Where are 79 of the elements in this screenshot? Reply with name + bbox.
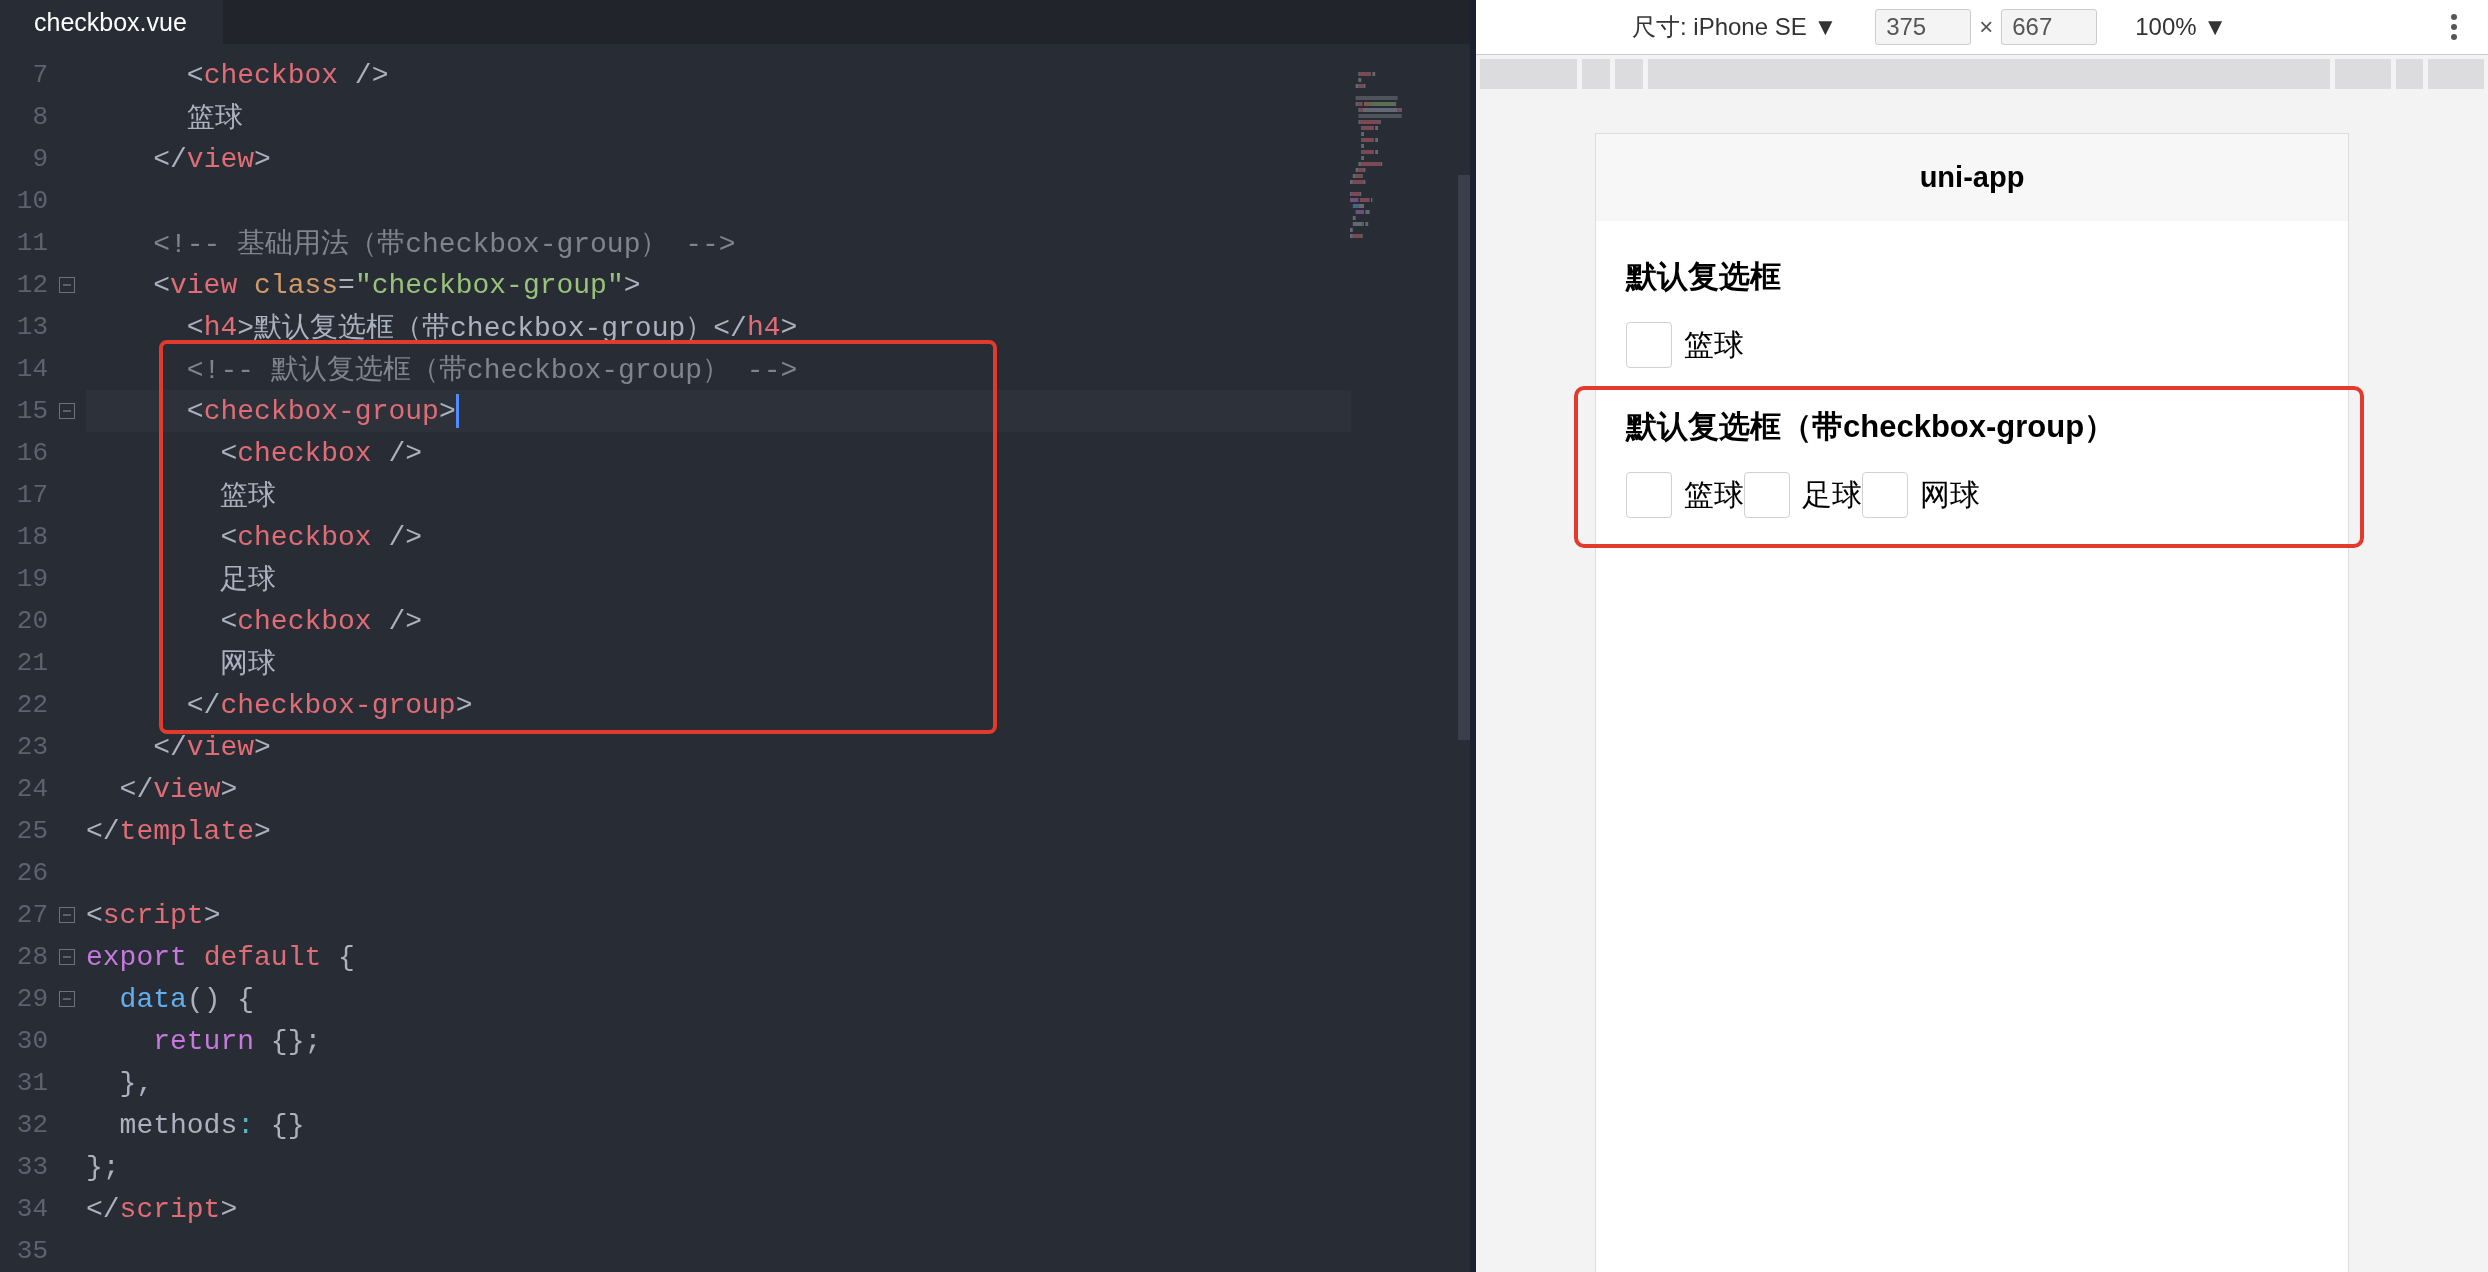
width-field[interactable]: 375 — [1875, 9, 1972, 45]
collapse-icon[interactable] — [59, 277, 75, 293]
checkbox[interactable] — [1862, 472, 1908, 518]
code-line: </script> — [86, 1192, 239, 1227]
nav-title: uni-app — [1596, 134, 2348, 221]
line-number: 20 — [15, 606, 48, 636]
line-number: 8 — [31, 102, 48, 132]
section-heading: 默认复选框（带checkbox-group） — [1626, 408, 2117, 446]
checkbox[interactable] — [1626, 322, 1672, 368]
file-tab[interactable]: checkbox.vue — [0, 0, 223, 44]
line-number: 31 — [15, 1068, 48, 1098]
checkbox-label: 网球 — [1920, 476, 1980, 513]
collapse-icon[interactable] — [59, 991, 75, 1007]
line-number: 21 — [15, 648, 48, 678]
line-number: 11 — [15, 228, 48, 258]
line-number: 10 — [15, 186, 48, 216]
line-number: 35 — [15, 1236, 48, 1266]
code-line: </view> — [152, 142, 272, 177]
scrollbar[interactable] — [1458, 175, 1470, 740]
line-number: 33 — [15, 1152, 48, 1182]
code-line: data() { — [118, 982, 256, 1017]
code-line: <checkbox /> — [219, 436, 424, 471]
code-line: </view> — [118, 772, 239, 807]
line-number: 17 — [15, 480, 48, 510]
code-line: }, — [118, 1066, 155, 1101]
line-number: 32 — [15, 1110, 48, 1140]
code-line: methods: {} — [118, 1108, 306, 1143]
text-cursor — [455, 394, 459, 428]
line-number: 24 — [15, 774, 48, 804]
line-number: 22 — [15, 690, 48, 720]
code-line: </checkbox-group> — [185, 688, 474, 723]
code-line: 篮球 — [185, 102, 244, 136]
line-number: 26 — [15, 858, 48, 888]
code-line: 网球 — [219, 648, 278, 682]
line-number: 19 — [15, 564, 48, 594]
line-number: 7 — [31, 60, 48, 90]
code-line: <!-- 基础用法（带checkbox-group） --> — [152, 228, 737, 262]
line-number: 30 — [15, 1026, 48, 1056]
collapse-icon[interactable] — [59, 907, 75, 923]
line-number: 16 — [15, 438, 48, 468]
checkbox[interactable] — [1626, 472, 1672, 518]
line-number: 9 — [31, 144, 48, 174]
line-number: 12 — [15, 270, 48, 300]
zoom-dropdown[interactable]: 100% ▼ — [2135, 13, 2227, 41]
times-sign: × — [1979, 13, 1994, 41]
code-line: <script> — [86, 898, 222, 933]
code-line: 篮球 — [219, 480, 278, 514]
line-number: 14 — [15, 354, 48, 384]
line-number: 18 — [15, 522, 48, 552]
code-line: </view> — [152, 730, 272, 765]
code-line: </template> — [86, 814, 272, 849]
line-number: 29 — [15, 984, 48, 1014]
line-number: 13 — [15, 312, 48, 342]
code-line: <checkbox /> — [185, 58, 390, 93]
more-icon[interactable] — [2450, 13, 2458, 41]
device-dropdown[interactable]: 尺寸: iPhone SE ▼ — [1632, 11, 1838, 43]
code-line: <!-- 默认复选框（带checkbox-group） --> — [185, 354, 799, 388]
code-line: <view class="checkbox-group"> — [152, 268, 642, 303]
collapse-icon[interactable] — [59, 403, 75, 419]
code-line: 足球 — [219, 564, 278, 598]
code-line: }; — [86, 1150, 121, 1185]
checkbox[interactable] — [1744, 472, 1790, 518]
code-line: <checkbox /> — [219, 520, 424, 555]
line-number: 15 — [15, 396, 48, 426]
code-line: <checkbox /> — [219, 604, 424, 639]
height-field[interactable]: 667 — [2001, 9, 2098, 45]
line-number: 28 — [15, 942, 48, 972]
line-number: 34 — [15, 1194, 48, 1224]
checkbox-label: 篮球 — [1684, 326, 1744, 363]
checkbox-label: 篮球 — [1684, 476, 1744, 513]
line-number: 23 — [15, 732, 48, 762]
section-heading: 默认复选框 — [1626, 258, 1782, 296]
code-line: export default { — [86, 940, 356, 975]
line-number: 27 — [15, 900, 48, 930]
checkbox-label: 足球 — [1802, 476, 1862, 513]
collapse-icon[interactable] — [59, 949, 75, 965]
code-line: <h4>默认复选框（带checkbox-group）</h4> — [185, 310, 799, 346]
code-line: return {}; — [152, 1024, 323, 1059]
line-number: 25 — [15, 816, 48, 846]
